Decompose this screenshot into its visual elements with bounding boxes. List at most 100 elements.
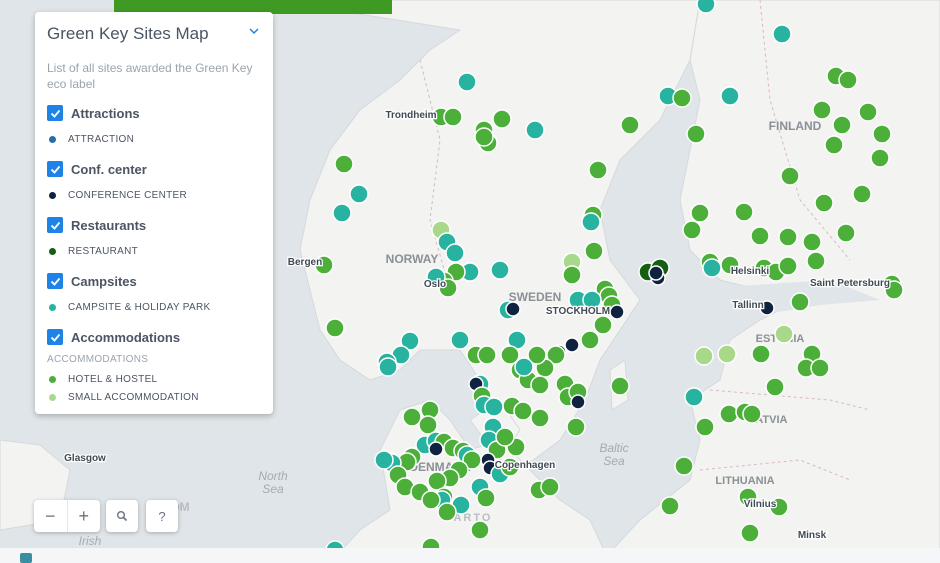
layer-toggle-4[interactable]: Accommodations [47, 326, 261, 348]
legend-item-label: SMALL ACCOMMODATION [68, 391, 199, 403]
layer-toggle-2[interactable]: Restaurants [47, 214, 261, 236]
site-marker[interactable] [418, 415, 438, 435]
site-marker[interactable] [802, 232, 822, 252]
site-marker[interactable] [505, 301, 521, 317]
site-marker[interactable] [870, 148, 890, 168]
site-marker[interactable] [832, 115, 852, 135]
site-marker[interactable] [334, 154, 354, 174]
site-marker[interactable] [513, 401, 533, 421]
site-marker[interactable] [750, 226, 770, 246]
zoom-out-button[interactable]: − [34, 500, 67, 532]
site-marker[interactable] [474, 127, 494, 147]
site-marker[interactable] [790, 292, 810, 312]
site-marker[interactable] [648, 265, 664, 281]
site-marker[interactable] [495, 427, 515, 447]
site-marker[interactable] [443, 107, 463, 127]
site-marker[interactable] [428, 441, 444, 457]
site-marker[interactable] [457, 72, 477, 92]
site-marker[interactable] [564, 337, 580, 353]
site-marker[interactable] [378, 357, 398, 377]
chevron-down-icon[interactable] [249, 26, 259, 36]
layer-toggle-0[interactable]: Attractions [47, 102, 261, 124]
site-marker[interactable] [742, 404, 762, 424]
site-marker[interactable] [562, 265, 582, 285]
site-marker[interactable] [477, 345, 497, 365]
info-icon[interactable] [20, 553, 32, 563]
site-marker[interactable] [437, 502, 457, 522]
site-marker[interactable] [824, 135, 844, 155]
site-marker[interactable] [717, 344, 737, 364]
site-marker[interactable] [525, 120, 545, 140]
site-marker[interactable] [374, 450, 394, 470]
site-marker[interactable] [810, 358, 830, 378]
site-marker[interactable] [778, 227, 798, 247]
site-marker[interactable] [836, 223, 856, 243]
site-marker[interactable] [690, 203, 710, 223]
site-marker[interactable] [702, 258, 722, 278]
site-marker[interactable] [740, 523, 760, 543]
site-marker[interactable] [774, 324, 794, 344]
site-marker[interactable] [672, 88, 692, 108]
site-marker[interactable] [484, 397, 504, 417]
site-marker[interactable] [470, 520, 490, 540]
site-marker[interactable] [806, 251, 826, 271]
site-marker[interactable] [772, 24, 792, 44]
site-marker[interactable] [858, 102, 878, 122]
zoom-in-button[interactable]: + [67, 500, 100, 532]
site-marker[interactable] [852, 184, 872, 204]
site-marker[interactable] [696, 0, 716, 14]
site-marker[interactable] [584, 241, 604, 261]
site-marker[interactable] [778, 256, 798, 276]
site-marker[interactable] [765, 377, 785, 397]
layer-toggle-1[interactable]: Conf. center [47, 158, 261, 180]
site-marker[interactable] [332, 203, 352, 223]
site-marker[interactable] [660, 496, 680, 516]
site-marker[interactable] [734, 202, 754, 222]
checkbox-checked-icon[interactable] [47, 161, 63, 177]
site-marker[interactable] [814, 193, 834, 213]
site-marker[interactable] [445, 243, 465, 263]
site-marker[interactable] [325, 318, 345, 338]
site-marker[interactable] [349, 184, 369, 204]
site-marker[interactable] [751, 344, 771, 364]
site-marker[interactable] [540, 477, 560, 497]
site-marker[interactable] [514, 357, 534, 377]
site-marker[interactable] [720, 86, 740, 106]
site-marker[interactable] [872, 124, 892, 144]
site-marker[interactable] [780, 166, 800, 186]
site-marker[interactable] [684, 387, 704, 407]
site-marker[interactable] [588, 160, 608, 180]
site-marker[interactable] [610, 376, 630, 396]
checkbox-checked-icon[interactable] [47, 217, 63, 233]
site-marker[interactable] [593, 315, 613, 335]
site-marker[interactable] [838, 70, 858, 90]
checkbox-checked-icon[interactable] [47, 105, 63, 121]
checkbox-checked-icon[interactable] [47, 329, 63, 345]
site-marker[interactable] [570, 394, 586, 410]
site-marker[interactable] [450, 330, 470, 350]
site-marker[interactable] [490, 260, 510, 280]
site-marker[interactable] [530, 408, 550, 428]
site-marker[interactable] [682, 220, 702, 240]
site-marker[interactable] [620, 115, 640, 135]
layer-toggle-3[interactable]: Campsites [47, 270, 261, 292]
site-marker[interactable] [674, 456, 694, 476]
site-marker[interactable] [581, 212, 601, 232]
checkbox-checked-icon[interactable] [47, 273, 63, 289]
site-marker[interactable] [694, 346, 714, 366]
site-marker[interactable] [686, 124, 706, 144]
site-marker[interactable] [719, 404, 739, 424]
site-marker[interactable] [609, 304, 625, 320]
site-marker[interactable] [476, 488, 496, 508]
help-button[interactable]: ? [146, 500, 178, 532]
site-marker[interactable] [530, 375, 550, 395]
site-marker[interactable] [566, 417, 586, 437]
site-marker[interactable] [492, 109, 512, 129]
site-marker[interactable] [580, 330, 600, 350]
search-button[interactable] [106, 500, 138, 532]
country-label: LITHUANIA [715, 475, 774, 487]
site-marker[interactable] [402, 407, 422, 427]
site-marker[interactable] [695, 417, 715, 437]
site-marker[interactable] [812, 100, 832, 120]
site-marker[interactable] [421, 490, 441, 510]
